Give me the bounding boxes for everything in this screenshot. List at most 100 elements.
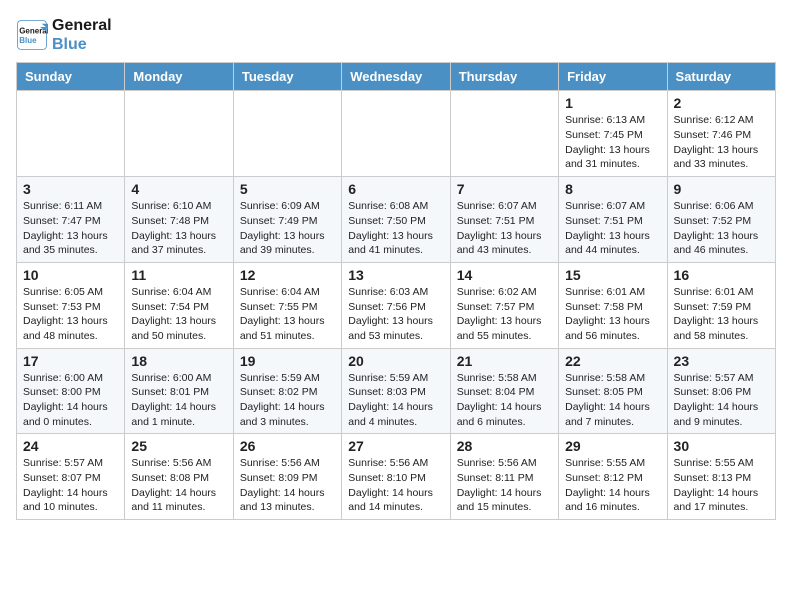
calendar-cell: 8 Sunrise: 6:07 AM Sunset: 7:51 PM Daylig… [559,177,667,263]
day-info: Sunrise: 5:59 AM Sunset: 8:02 PM Dayligh… [240,371,335,430]
calendar-cell: 24 Sunrise: 5:57 AM Sunset: 8:07 PM Dayli… [17,434,125,520]
day-info: Sunrise: 5:56 AM Sunset: 8:11 PM Dayligh… [457,456,552,515]
day-info: Sunrise: 6:01 AM Sunset: 7:58 PM Dayligh… [565,285,660,344]
day-info: Sunrise: 6:02 AM Sunset: 7:57 PM Dayligh… [457,285,552,344]
day-number: 7 [457,181,552,197]
calendar-cell: 18Sunrise: 6:00 AM Sunset: 8:01 PM Dayli… [125,348,233,434]
calendar-table: SundayMondayTuesdayWednesdayThursdayFrid… [16,62,776,520]
day-number: 2 [674,95,769,111]
day-number: 14 [457,267,552,283]
calendar-cell: 23 Sunrise: 5:57 AM Sunset: 8:06 PM Dayli… [667,348,775,434]
day-number: 1 [565,95,660,111]
day-info: Sunrise: 5:55 AM Sunset: 8:12 PM Dayligh… [565,456,660,515]
day-number: 9 [674,181,769,197]
day-number: 8 [565,181,660,197]
logo-text: GeneralBlue [52,16,112,54]
calendar-week-row: 10 Sunrise: 6:05 AM Sunset: 7:53 PM Dayli… [17,262,776,348]
calendar-cell: 6Sunrise: 6:08 AM Sunset: 7:50 PM Daylig… [342,177,450,263]
calendar-cell: 15 Sunrise: 6:01 AM Sunset: 7:58 PM Dayli… [559,262,667,348]
page-header: General Blue GeneralBlue [16,16,776,54]
calendar-week-row: 24 Sunrise: 5:57 AM Sunset: 8:07 PM Dayli… [17,434,776,520]
calendar-cell [233,91,341,177]
calendar-cell: 12 Sunrise: 6:04 AM Sunset: 7:55 PM Dayli… [233,262,341,348]
calendar-cell [450,91,558,177]
calendar-cell: 21 Sunrise: 5:58 AM Sunset: 8:04 PM Dayli… [450,348,558,434]
calendar-cell: 19 Sunrise: 5:59 AM Sunset: 8:02 PM Dayli… [233,348,341,434]
calendar-week-row: 1 Sunrise: 6:13 AM Sunset: 7:45 PM Daylig… [17,91,776,177]
day-number: 24 [23,438,118,454]
day-info: Sunrise: 6:05 AM Sunset: 7:53 PM Dayligh… [23,285,118,344]
day-info: Sunrise: 6:07 AM Sunset: 7:51 PM Dayligh… [565,199,660,258]
calendar-cell [125,91,233,177]
day-info: Sunrise: 6:04 AM Sunset: 7:55 PM Dayligh… [240,285,335,344]
day-number: 15 [565,267,660,283]
weekday-header: Monday [125,63,233,91]
calendar-cell: 10 Sunrise: 6:05 AM Sunset: 7:53 PM Dayli… [17,262,125,348]
day-info: Sunrise: 6:11 AM Sunset: 7:47 PM Dayligh… [23,199,118,258]
day-info: Sunrise: 5:56 AM Sunset: 8:09 PM Dayligh… [240,456,335,515]
day-info: Sunrise: 5:56 AM Sunset: 8:10 PM Dayligh… [348,456,443,515]
day-number: 12 [240,267,335,283]
svg-text:Blue: Blue [19,36,37,45]
calendar-cell: 30Sunrise: 5:55 AM Sunset: 8:13 PM Dayli… [667,434,775,520]
day-number: 6 [348,181,443,197]
day-info: Sunrise: 5:57 AM Sunset: 8:06 PM Dayligh… [674,371,769,430]
calendar-cell: 2 Sunrise: 6:12 AM Sunset: 7:46 PM Daylig… [667,91,775,177]
day-number: 20 [348,353,443,369]
calendar-cell: 14 Sunrise: 6:02 AM Sunset: 7:57 PM Dayli… [450,262,558,348]
weekday-header: Wednesday [342,63,450,91]
weekday-header: Saturday [667,63,775,91]
day-number: 25 [131,438,226,454]
day-info: Sunrise: 6:13 AM Sunset: 7:45 PM Dayligh… [565,113,660,172]
day-number: 21 [457,353,552,369]
calendar-cell: 22 Sunrise: 5:58 AM Sunset: 8:05 PM Dayli… [559,348,667,434]
day-info: Sunrise: 5:58 AM Sunset: 8:04 PM Dayligh… [457,371,552,430]
calendar-cell: 26 Sunrise: 5:56 AM Sunset: 8:09 PM Dayli… [233,434,341,520]
calendar-cell: 29 Sunrise: 5:55 AM Sunset: 8:12 PM Dayli… [559,434,667,520]
calendar-cell: 25 Sunrise: 5:56 AM Sunset: 8:08 PM Dayli… [125,434,233,520]
weekday-header: Friday [559,63,667,91]
day-number: 10 [23,267,118,283]
calendar-cell: 7 Sunrise: 6:07 AM Sunset: 7:51 PM Daylig… [450,177,558,263]
day-info: Sunrise: 6:12 AM Sunset: 7:46 PM Dayligh… [674,113,769,172]
day-info: Sunrise: 6:03 AM Sunset: 7:56 PM Dayligh… [348,285,443,344]
calendar-cell: 16 Sunrise: 6:01 AM Sunset: 7:59 PM Dayli… [667,262,775,348]
day-info: Sunrise: 5:56 AM Sunset: 8:08 PM Dayligh… [131,456,226,515]
day-info: Sunrise: 6:06 AM Sunset: 7:52 PM Dayligh… [674,199,769,258]
day-number: 22 [565,353,660,369]
calendar-cell: 5 Sunrise: 6:09 AM Sunset: 7:49 PM Daylig… [233,177,341,263]
day-info: Sunrise: 6:09 AM Sunset: 7:49 PM Dayligh… [240,199,335,258]
calendar-cell: 1 Sunrise: 6:13 AM Sunset: 7:45 PM Daylig… [559,91,667,177]
calendar-cell: 17Sunrise: 6:00 AM Sunset: 8:00 PM Dayli… [17,348,125,434]
day-number: 18 [131,353,226,369]
day-info: Sunrise: 5:59 AM Sunset: 8:03 PM Dayligh… [348,371,443,430]
day-info: Sunrise: 6:07 AM Sunset: 7:51 PM Dayligh… [457,199,552,258]
day-number: 28 [457,438,552,454]
weekday-header: Tuesday [233,63,341,91]
day-info: Sunrise: 6:01 AM Sunset: 7:59 PM Dayligh… [674,285,769,344]
calendar-cell: 27Sunrise: 5:56 AM Sunset: 8:10 PM Dayli… [342,434,450,520]
day-number: 26 [240,438,335,454]
calendar-cell: 28 Sunrise: 5:56 AM Sunset: 8:11 PM Dayli… [450,434,558,520]
calendar-cell [342,91,450,177]
calendar-cell: 11Sunrise: 6:04 AM Sunset: 7:54 PM Dayli… [125,262,233,348]
day-number: 16 [674,267,769,283]
logo-icon: General Blue [16,19,48,51]
calendar-cell: 20 Sunrise: 5:59 AM Sunset: 8:03 PM Dayli… [342,348,450,434]
calendar-cell: 9 Sunrise: 6:06 AM Sunset: 7:52 PM Daylig… [667,177,775,263]
calendar-header-row: SundayMondayTuesdayWednesdayThursdayFrid… [17,63,776,91]
day-info: Sunrise: 6:00 AM Sunset: 8:00 PM Dayligh… [23,371,118,430]
day-number: 29 [565,438,660,454]
day-number: 5 [240,181,335,197]
calendar-cell: 13Sunrise: 6:03 AM Sunset: 7:56 PM Dayli… [342,262,450,348]
day-info: Sunrise: 5:57 AM Sunset: 8:07 PM Dayligh… [23,456,118,515]
weekday-header: Thursday [450,63,558,91]
day-info: Sunrise: 5:58 AM Sunset: 8:05 PM Dayligh… [565,371,660,430]
day-number: 3 [23,181,118,197]
calendar-cell: 3 Sunrise: 6:11 AM Sunset: 7:47 PM Daylig… [17,177,125,263]
day-number: 23 [674,353,769,369]
calendar-body: 1 Sunrise: 6:13 AM Sunset: 7:45 PM Daylig… [17,91,776,520]
weekday-header: Sunday [17,63,125,91]
calendar-week-row: 3 Sunrise: 6:11 AM Sunset: 7:47 PM Daylig… [17,177,776,263]
day-number: 19 [240,353,335,369]
